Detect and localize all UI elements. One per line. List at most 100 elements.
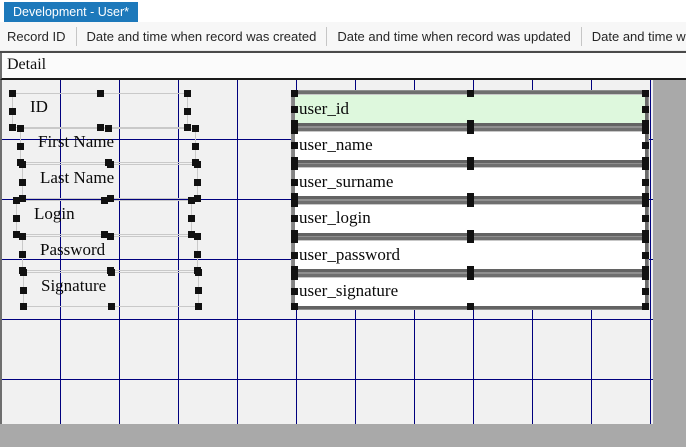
selection-handle[interactable]	[107, 161, 114, 168]
selection-handle[interactable]	[20, 303, 27, 310]
selection-handle[interactable]	[101, 197, 108, 204]
selection-handle[interactable]	[642, 200, 649, 207]
selection-handle[interactable]	[195, 303, 202, 310]
selection-handle[interactable]	[291, 200, 298, 207]
selection-handle[interactable]	[291, 236, 298, 243]
selection-handle[interactable]	[20, 269, 27, 276]
selection-handle[interactable]	[467, 163, 474, 170]
selection-handle[interactable]	[642, 303, 649, 310]
selection-handle[interactable]	[291, 252, 298, 259]
label-password[interactable]: Password	[22, 236, 198, 271]
label-login[interactable]: Login	[16, 200, 192, 235]
selection-handle[interactable]	[291, 142, 298, 149]
design-surface[interactable]: ID First Name Last Name Login Password S…	[0, 80, 653, 424]
field-user-signature[interactable]: user_signature	[292, 274, 648, 309]
selection-handle[interactable]	[9, 108, 16, 115]
field-text: user_password	[299, 245, 400, 265]
toolbar-item-created[interactable]: Date and time when record was created	[77, 29, 327, 44]
selection-handle[interactable]	[108, 269, 115, 276]
field-user-id[interactable]: user_id	[292, 91, 648, 126]
selection-handle[interactable]	[97, 124, 104, 131]
selection-handle[interactable]	[194, 195, 201, 202]
selection-handle[interactable]	[467, 90, 474, 97]
label-last-name[interactable]: Last Name	[22, 164, 198, 199]
selection-handle[interactable]	[291, 303, 298, 310]
selection-handle[interactable]	[291, 215, 298, 222]
label-text: ID	[30, 97, 48, 116]
selection-handle[interactable]	[194, 251, 201, 258]
selection-handle[interactable]	[97, 90, 104, 97]
selection-handle[interactable]	[188, 215, 195, 222]
selection-handle[interactable]	[19, 251, 26, 258]
detail-band-header[interactable]: Detail	[0, 53, 686, 80]
selection-handle[interactable]	[194, 161, 201, 168]
selection-handle[interactable]	[467, 127, 474, 134]
label-text: First Name	[38, 132, 114, 151]
selection-handle[interactable]	[291, 90, 298, 97]
selection-handle[interactable]	[107, 233, 114, 240]
selection-handle[interactable]	[17, 125, 24, 132]
canvas-row: ID First Name Last Name Login Password S…	[0, 80, 686, 424]
selection-handle[interactable]	[9, 124, 16, 131]
selection-handle[interactable]	[467, 303, 474, 310]
selection-handle[interactable]	[291, 127, 298, 134]
selection-handle[interactable]	[291, 106, 298, 113]
field-user-password[interactable]: user_password	[292, 237, 648, 272]
label-first-name[interactable]: First Name	[20, 128, 196, 163]
label-text: Login	[34, 204, 75, 223]
selection-handle[interactable]	[642, 215, 649, 222]
selection-handle[interactable]	[195, 269, 202, 276]
selection-handle[interactable]	[19, 161, 26, 168]
label-signature[interactable]: Signature	[23, 272, 199, 307]
selection-handle[interactable]	[194, 233, 201, 240]
toolbar-item-record-id[interactable]: Record ID	[0, 29, 76, 44]
selection-handle[interactable]	[107, 195, 114, 202]
selection-handle[interactable]	[188, 197, 195, 204]
field-user-login[interactable]: user_login	[292, 201, 648, 236]
selection-handle[interactable]	[9, 90, 16, 97]
selection-handle[interactable]	[20, 287, 27, 294]
datasource-field-toolbar: Record ID Date and time when record was …	[0, 22, 686, 50]
selection-handle[interactable]	[184, 124, 191, 131]
selection-handle[interactable]	[642, 236, 649, 243]
selection-handle[interactable]	[108, 303, 115, 310]
toolbar-item-clipped[interactable]: Date and time when record w	[582, 29, 686, 44]
selection-handle[interactable]	[105, 125, 112, 132]
selection-handle[interactable]	[467, 200, 474, 207]
selection-handle[interactable]	[642, 163, 649, 170]
selection-handle[interactable]	[642, 90, 649, 97]
label-text: Last Name	[40, 168, 114, 187]
selection-handle[interactable]	[291, 163, 298, 170]
form-designer-window: { "window": { "tab_label": "Development …	[0, 0, 686, 447]
selection-handle[interactable]	[467, 273, 474, 280]
selection-handle[interactable]	[19, 179, 26, 186]
field-text: user_name	[299, 135, 373, 155]
toolbar-item-updated[interactable]: Date and time when record was updated	[327, 29, 580, 44]
selection-handle[interactable]	[19, 195, 26, 202]
label-id[interactable]: ID	[12, 93, 188, 128]
selection-handle[interactable]	[291, 179, 298, 186]
selection-handle[interactable]	[291, 288, 298, 295]
selection-handle[interactable]	[642, 142, 649, 149]
selection-handle[interactable]	[192, 125, 199, 132]
selection-handle[interactable]	[642, 252, 649, 259]
selection-handle[interactable]	[184, 108, 191, 115]
selection-handle[interactable]	[13, 215, 20, 222]
selection-handle[interactable]	[642, 179, 649, 186]
selection-handle[interactable]	[194, 179, 201, 186]
field-user-surname[interactable]: user_surname	[292, 164, 648, 199]
selection-handle[interactable]	[291, 273, 298, 280]
selection-handle[interactable]	[184, 90, 191, 97]
selection-handle[interactable]	[467, 236, 474, 243]
selection-handle[interactable]	[195, 287, 202, 294]
field-user-name[interactable]: user_name	[292, 128, 648, 163]
selection-handle[interactable]	[17, 143, 24, 150]
selection-handle[interactable]	[13, 197, 20, 204]
selection-handle[interactable]	[642, 288, 649, 295]
tab-development-user[interactable]: Development - User*	[4, 2, 138, 22]
selection-handle[interactable]	[642, 127, 649, 134]
selection-handle[interactable]	[19, 233, 26, 240]
selection-handle[interactable]	[192, 143, 199, 150]
selection-handle[interactable]	[642, 106, 649, 113]
selection-handle[interactable]	[642, 273, 649, 280]
